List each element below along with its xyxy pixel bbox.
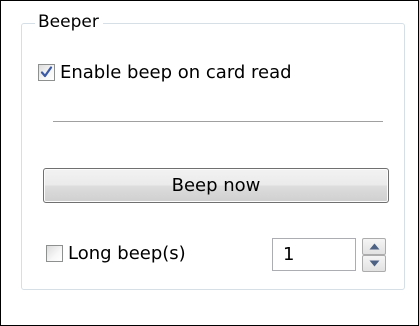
separator — [53, 121, 383, 123]
arrow-down-icon — [369, 260, 380, 267]
checkmark-icon — [40, 66, 53, 78]
beep-now-button[interactable]: Beep now — [43, 168, 389, 203]
enable-beep-label[interactable]: Enable beep on card read — [60, 61, 292, 85]
beep-count-input[interactable] — [272, 238, 356, 271]
long-beep-label[interactable]: Long beep(s) — [68, 242, 186, 266]
group-title: Beeper — [35, 10, 103, 34]
beeper-panel: Beeper Enable beep on card read Beep now… — [0, 0, 419, 326]
spin-up-button[interactable] — [362, 238, 386, 255]
enable-beep-checkbox[interactable] — [38, 64, 55, 81]
spin-down-button[interactable] — [362, 255, 386, 272]
arrow-up-icon — [369, 243, 380, 250]
long-beep-checkbox[interactable] — [46, 245, 63, 262]
